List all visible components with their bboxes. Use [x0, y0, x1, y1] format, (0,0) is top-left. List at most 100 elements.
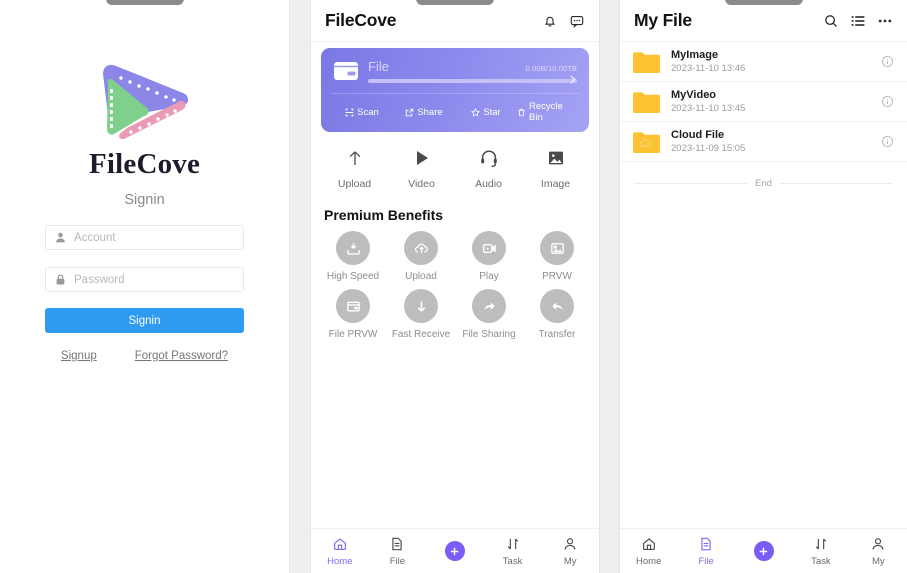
tab-label: File: [389, 556, 406, 567]
status-bar-notch: [724, 0, 803, 5]
benefit-label: Transfer: [538, 329, 576, 340]
signin-links: Signup Forgot Password?: [45, 350, 244, 362]
chat-icon[interactable]: [569, 13, 585, 29]
forward-arrow-icon: [472, 289, 506, 323]
video-play-icon: [472, 231, 506, 265]
headset-icon: [455, 145, 522, 171]
info-icon[interactable]: [881, 55, 894, 68]
benefit-file-prvw[interactable]: File PRVW: [319, 289, 387, 340]
info-icon[interactable]: [881, 95, 894, 108]
bottom-tab-bar: Home File Task My: [620, 528, 907, 573]
page-title: FileCove: [88, 148, 201, 180]
home-header: FileCove: [311, 0, 599, 42]
recycle-bin-label: Recycle Bin: [529, 101, 563, 123]
add-button[interactable]: [426, 540, 484, 562]
home-header-icons: [542, 13, 585, 29]
cloud-upload-icon: [404, 231, 438, 265]
account-field[interactable]: Account: [45, 225, 244, 250]
quick-action-audio[interactable]: Audio: [455, 145, 522, 190]
tab-task[interactable]: Task: [484, 535, 542, 567]
download-box-icon: [336, 231, 370, 265]
benefit-prvw[interactable]: PRVW: [523, 231, 591, 282]
storage-card[interactable]: File 0.00B/10.00TB Scan Share Star Recyc…: [321, 48, 589, 132]
table-row[interactable]: Cloud File 2023-11-09 15:05: [620, 122, 907, 162]
quick-action-upload[interactable]: Upload: [321, 145, 388, 190]
bell-icon[interactable]: [542, 13, 558, 29]
recycle-bin-action[interactable]: Recycle Bin: [517, 101, 579, 123]
cloud-folder-icon: [633, 131, 660, 153]
image-icon: [522, 145, 589, 171]
quick-action-label: Audio: [475, 178, 502, 190]
benefit-file-sharing[interactable]: File Sharing: [455, 289, 523, 340]
add-button[interactable]: [735, 540, 792, 562]
password-placeholder: Password: [74, 273, 125, 286]
quick-action-image[interactable]: Image: [522, 145, 589, 190]
arrow-up-icon: [321, 145, 388, 171]
file-name: MyVideo: [671, 89, 717, 101]
tab-label: Home: [327, 556, 353, 567]
divider-line: [779, 183, 893, 184]
home-icon: [311, 535, 369, 552]
benefit-label: High Speed: [326, 271, 380, 282]
tab-add[interactable]: [735, 540, 792, 562]
trash-icon: [517, 108, 526, 117]
list-icon[interactable]: [850, 13, 866, 29]
tab-home[interactable]: Home: [311, 535, 369, 567]
quick-action-label: Image: [540, 178, 571, 190]
file-list: MyImage 2023-11-10 13:46 MyVideo 2023-11…: [620, 42, 907, 162]
benefit-play[interactable]: Play: [455, 231, 523, 282]
tab-my[interactable]: My: [850, 535, 907, 567]
status-bar-notch: [105, 0, 184, 5]
info-icon[interactable]: [881, 135, 894, 148]
benefit-label: PRVW: [542, 271, 572, 282]
status-bar-notch: [416, 0, 494, 5]
tab-home[interactable]: Home: [620, 535, 677, 567]
image-preview-icon: [540, 231, 574, 265]
file-date: 2023-11-10 13:45: [671, 103, 746, 114]
tab-my[interactable]: My: [541, 535, 599, 567]
quick-action-label: Video: [408, 178, 435, 190]
tab-file[interactable]: File: [369, 535, 427, 567]
my-file-header: My File: [620, 0, 907, 42]
benefit-high-speed[interactable]: High Speed: [319, 231, 387, 282]
benefit-label: Upload: [405, 271, 437, 282]
folder-preview-icon: [336, 289, 370, 323]
tab-task[interactable]: Task: [792, 535, 849, 567]
star-action[interactable]: Star: [455, 101, 517, 123]
tab-file[interactable]: File: [677, 535, 734, 567]
table-row[interactable]: MyImage 2023-11-10 13:46: [620, 42, 907, 82]
star-icon: [471, 107, 481, 117]
chevron-right-icon[interactable]: [567, 74, 578, 85]
play-icon: [388, 145, 455, 171]
tab-label: My: [871, 556, 885, 567]
storage-progress-bar: [368, 79, 577, 83]
share-label: Share: [417, 106, 443, 118]
forgot-password-link[interactable]: Forgot Password?: [135, 350, 228, 362]
quick-action-video[interactable]: Video: [388, 145, 455, 190]
benefit-label: File Sharing: [462, 329, 516, 340]
benefit-upload[interactable]: Upload: [387, 231, 455, 282]
my-file-header-icons: [823, 13, 893, 29]
folder-icon: [633, 51, 660, 73]
app-title: FileCove: [325, 10, 397, 30]
home-icon: [620, 535, 677, 552]
signin-button[interactable]: Signin: [45, 308, 244, 333]
more-icon[interactable]: [877, 13, 893, 29]
scan-action[interactable]: Scan: [331, 101, 393, 123]
file-icon: [677, 535, 734, 552]
tab-label: Task: [502, 556, 523, 567]
benefit-transfer[interactable]: Transfer: [523, 289, 591, 340]
benefit-label: File PRVW: [328, 329, 378, 340]
table-row[interactable]: MyVideo 2023-11-10 13:45: [620, 82, 907, 122]
signup-link[interactable]: Signup: [61, 350, 97, 362]
tab-add[interactable]: [426, 540, 484, 562]
lock-icon: [54, 273, 67, 286]
share-action[interactable]: Share: [393, 101, 455, 123]
plus-icon: [753, 541, 774, 561]
tab-label: Task: [811, 556, 831, 567]
home-screen: FileCove File 0.00B/10.00TB Scan Share S…: [310, 0, 600, 573]
quick-actions-row: Upload Video Audio Image: [311, 145, 599, 190]
benefit-fast-receive[interactable]: Fast Receive: [387, 289, 455, 340]
password-field[interactable]: Password: [45, 267, 244, 292]
search-icon[interactable]: [823, 13, 839, 29]
